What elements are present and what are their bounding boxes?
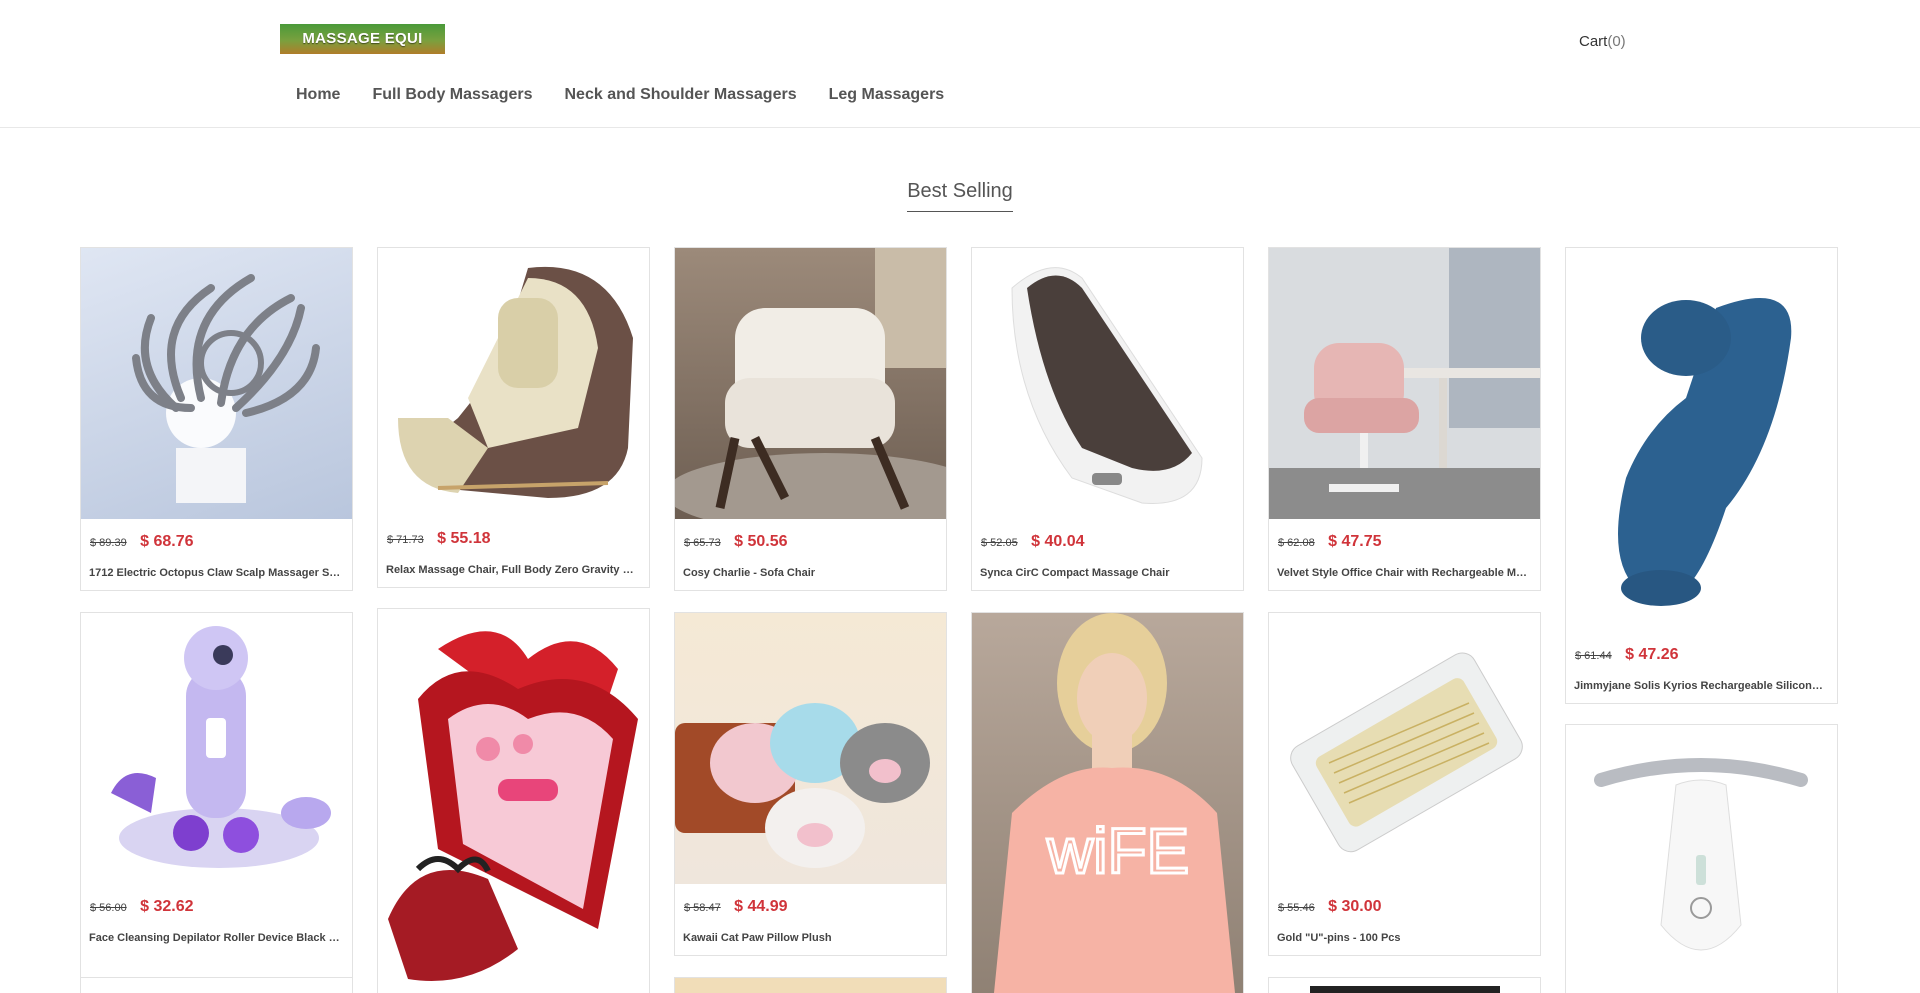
original-price: $ 56.00 [90, 902, 127, 914]
sale-price: $ 55.18 [437, 530, 491, 547]
site-header: MASSAGE EQUI Cart(0) Home Full Body Mass… [0, 0, 1920, 128]
product-card[interactable]: $ 55.46 $ 30.00 Gold "U"-pins - 100 Pcs [1268, 612, 1541, 956]
product-card[interactable] [377, 608, 650, 993]
nav-full-body-massagers[interactable]: Full Body Massagers [356, 82, 548, 112]
product-card[interactable]: $ 62.08 $ 47.75 Velvet Style Office Chai… [1268, 247, 1541, 591]
product-card[interactable]: $ 61.44 $ 47.26 Jimmyjane Solis Kyrios R… [1565, 247, 1838, 704]
price-row: $ 61.44 $ 47.26 [1566, 632, 1837, 672]
product-name[interactable]: Velvet Style Office Chair with Rechargea… [1269, 559, 1540, 589]
product-card[interactable]: $ 56.00 $ 32.62 Face Cleansing Depilator… [80, 612, 353, 993]
product-name[interactable]: Synca CirC Compact Massage Chair [972, 559, 1243, 589]
product-card[interactable] [1268, 977, 1541, 993]
sale-price: $ 44.99 [734, 898, 788, 915]
original-price: $ 65.73 [684, 537, 721, 549]
product-card[interactable] [80, 977, 353, 993]
price-row: $ 62.08 $ 47.75 [1269, 519, 1540, 559]
product-name[interactable]: Kawaii Cat Paw Pillow Plush [675, 924, 946, 954]
price-row: $ 58.47 $ 44.99 [675, 884, 946, 924]
section-heading: Best Selling [0, 180, 1920, 212]
price-row: $ 89.39 $ 68.76 [81, 519, 352, 559]
product-thumbnail-edge [1309, 986, 1500, 993]
product-name[interactable]: 1712 Electric Octopus Claw Scalp Massage… [81, 559, 352, 589]
svg-text:wiFE: wiFE [1046, 815, 1189, 887]
nav-neck-shoulder-massagers[interactable]: Neck and Shoulder Massagers [549, 82, 813, 112]
sale-price: $ 50.56 [734, 533, 788, 550]
product-card[interactable]: $ 89.39 $ 68.76 1712 Electric Octopus Cl… [80, 247, 353, 591]
price-row: $ 56.00 $ 32.62 [81, 884, 352, 924]
original-price: $ 52.05 [981, 537, 1018, 549]
original-price: $ 62.08 [1278, 537, 1315, 549]
sofa-chair-image[interactable] [675, 248, 946, 519]
face-cleansing-device-image[interactable] [81, 613, 352, 884]
main-nav: Home Full Body Massagers Neck and Should… [280, 82, 960, 112]
sale-price: $ 47.75 [1328, 533, 1382, 550]
cart-label: Cart [1579, 33, 1608, 50]
original-price: $ 71.73 [387, 534, 424, 546]
sweater-model-image[interactable]: wiFE [972, 613, 1243, 993]
nav-leg-massagers[interactable]: Leg Massagers [813, 82, 961, 112]
compact-massage-chair-image[interactable] [972, 248, 1243, 519]
price-row: $ 55.46 $ 30.00 [1269, 884, 1540, 924]
product-name[interactable]: Jimmyjane Solis Kyrios Rechargeable Sili… [1566, 672, 1837, 702]
heart-gift-box-image[interactable] [378, 609, 649, 993]
price-row: $ 52.05 $ 40.04 [972, 519, 1243, 559]
product-name[interactable]: Gold "U"-pins - 100 Pcs [1269, 924, 1540, 954]
section-title: Best Selling [907, 180, 1013, 212]
product-card[interactable] [1565, 724, 1838, 993]
office-chair-image[interactable] [1269, 248, 1540, 519]
cat-paw-pillows-image[interactable] [675, 613, 946, 884]
original-price: $ 58.47 [684, 902, 721, 914]
product-card[interactable]: $ 65.73 $ 50.56 Cosy Charlie - Sofa Chai… [674, 247, 947, 591]
price-row: $ 65.73 $ 50.56 [675, 519, 946, 559]
site-logo[interactable]: MASSAGE EQUI [280, 24, 445, 54]
product-name[interactable]: Cosy Charlie - Sofa Chair [675, 559, 946, 589]
original-price: $ 61.44 [1575, 650, 1612, 662]
cart-count: (0) [1607, 33, 1626, 50]
product-card[interactable] [674, 977, 947, 993]
sale-price: $ 30.00 [1328, 898, 1382, 915]
cart-link[interactable]: Cart(0) [1579, 33, 1626, 50]
nav-home[interactable]: Home [280, 82, 356, 112]
sale-price: $ 47.26 [1625, 646, 1679, 663]
sale-price: $ 40.04 [1031, 533, 1085, 550]
neck-massager-image[interactable] [1566, 725, 1837, 993]
price-row: $ 71.73 $ 55.18 [378, 516, 649, 556]
sale-price: $ 32.62 [140, 898, 194, 915]
product-card[interactable]: $ 71.73 $ 55.18 Relax Massage Chair, Ful… [377, 247, 650, 588]
product-name[interactable]: Relax Massage Chair, Full Body Zero Grav… [378, 556, 649, 586]
product-card[interactable]: $ 52.05 $ 40.04 Synca CirC Compact Massa… [971, 247, 1244, 591]
original-price: $ 55.46 [1278, 902, 1315, 914]
massage-chair-image[interactable] [378, 248, 649, 516]
sale-price: $ 68.76 [140, 533, 194, 550]
product-card[interactable]: wiFE [971, 612, 1244, 993]
product-card[interactable]: $ 58.47 $ 44.99 Kawaii Cat Paw Pillow Pl… [674, 612, 947, 956]
octopus-scalp-massager-image[interactable] [81, 248, 352, 519]
original-price: $ 89.39 [90, 537, 127, 549]
blue-massager-image[interactable] [1566, 248, 1837, 632]
u-pins-pack-image[interactable] [1269, 613, 1540, 884]
product-name[interactable]: Face Cleansing Depilator Roller Device B… [81, 924, 352, 954]
